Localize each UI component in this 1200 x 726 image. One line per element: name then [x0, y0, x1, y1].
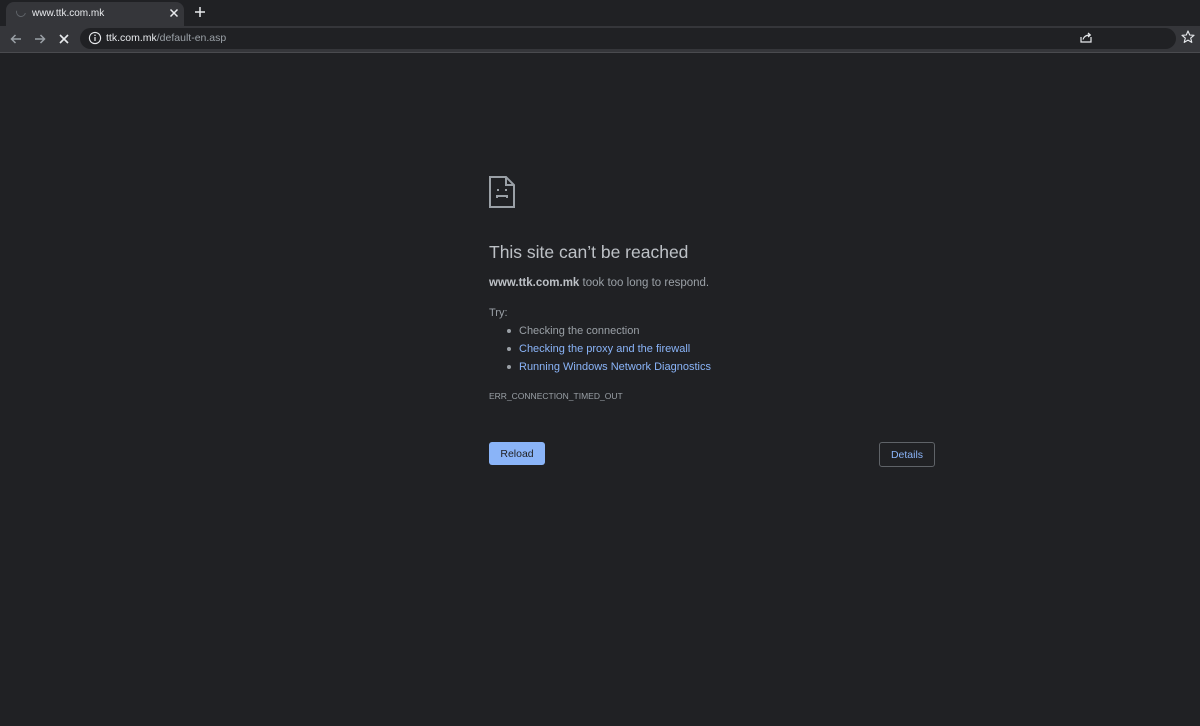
error-page: This site can’t be reached www.ttk.com.m… [0, 53, 1200, 726]
forward-arrow-icon[interactable] [32, 31, 48, 47]
address-bar[interactable]: ttk.com.mk/default-en.asp [80, 28, 1176, 49]
new-tab-plus-icon[interactable] [192, 4, 208, 20]
error-summary: www.ttk.com.mk took too long to respond. [489, 277, 709, 289]
error-heading: This site can’t be reached [489, 242, 689, 262]
info-icon[interactable] [88, 31, 102, 45]
bookmark-star-icon[interactable] [1180, 29, 1196, 45]
suggestion-check-connection: Checking the connection [519, 325, 640, 337]
suggestion-network-diagnostics-link[interactable]: Running Windows Network Diagnostics [519, 361, 711, 373]
url-host: ttk.com.mk [106, 32, 157, 44]
browser-toolbar: ttk.com.mk/default-en.asp [0, 26, 1200, 53]
browser-tab[interactable]: www.ttk.com.mk [6, 2, 184, 26]
tab-strip: www.ttk.com.mk [0, 0, 1200, 26]
error-host: www.ttk.com.mk [489, 277, 580, 289]
close-icon[interactable] [166, 5, 182, 21]
error-code: ERR_CONNECTION_TIMED_OUT [489, 391, 623, 401]
suggestion-item: Checking the proxy and the firewall [489, 342, 711, 360]
share-icon[interactable] [1078, 29, 1094, 45]
sad-page-icon [489, 176, 515, 208]
error-summary-text: took too long to respond. [579, 277, 710, 289]
try-label: Try: [489, 307, 508, 319]
reload-button[interactable]: Reload [489, 442, 545, 465]
suggestion-proxy-firewall-link[interactable]: Checking the proxy and the firewall [519, 343, 690, 355]
stop-loading-icon[interactable] [56, 31, 72, 47]
suggestion-item: Checking the connection [489, 324, 711, 342]
tab-title: www.ttk.com.mk [32, 8, 105, 19]
url-text[interactable]: ttk.com.mk/default-en.asp [106, 32, 226, 44]
url-path: /default-en.asp [156, 32, 227, 44]
back-arrow-icon[interactable] [8, 31, 24, 47]
suggestion-item: Running Windows Network Diagnostics [489, 360, 711, 378]
details-button[interactable]: Details [879, 442, 935, 467]
loading-spinner-icon [14, 5, 28, 19]
suggestions-list: Checking the connection Checking the pro… [489, 324, 711, 378]
